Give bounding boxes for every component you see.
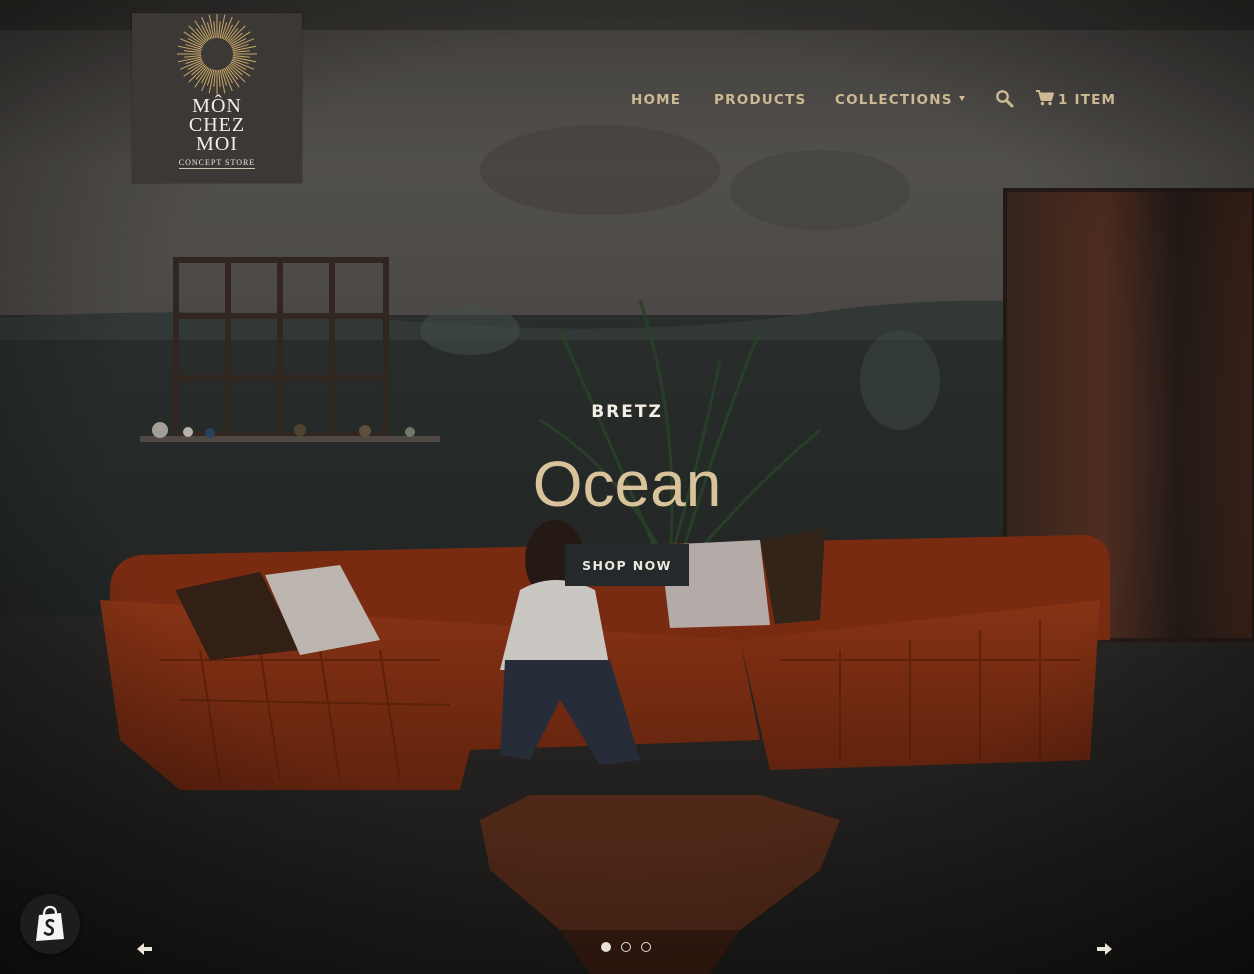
nav-home[interactable]: HOME — [631, 88, 681, 112]
sunburst-ray — [213, 69, 216, 87]
caret-down-icon[interactable] — [959, 96, 965, 101]
sunburst-ray — [184, 50, 202, 53]
logo-line-3: MOI — [196, 133, 238, 155]
logo-line-2: CHEZ — [188, 114, 246, 136]
logo-line-1: MÔN — [192, 95, 242, 117]
sunburst-ray — [232, 50, 250, 53]
nav-products[interactable]: PRODUCTS — [714, 88, 806, 112]
sunburst-ray — [232, 55, 250, 58]
slide-dot-3[interactable] — [641, 942, 651, 952]
shopify-bag-icon — [36, 905, 64, 941]
slide-title: Ocean — [532, 448, 722, 520]
slide-subtitle: BRETZ — [591, 402, 663, 422]
slide-dot-2[interactable] — [621, 942, 631, 952]
store-logo[interactable]: MÔN CHEZ MOI CONCEPT STORE — [132, 13, 302, 183]
hero-slideshow: MÔN CHEZ MOI CONCEPT STORE HOME PRODUCTS… — [0, 0, 1254, 974]
arrow-left-icon[interactable] — [135, 940, 155, 958]
slide-dot-1[interactable] — [601, 942, 611, 952]
sunburst-ray — [218, 21, 221, 39]
sunburst-ray — [213, 21, 216, 39]
search-icon[interactable] — [995, 89, 1015, 109]
nav-collections[interactable]: COLLECTIONS — [835, 88, 953, 112]
sunburst-ray — [184, 55, 202, 58]
logo-tagline: CONCEPT STORE — [132, 158, 302, 169]
shop-now-button[interactable]: SHOP NOW — [565, 544, 689, 586]
logo-tagline-text: CONCEPT STORE — [178, 158, 256, 169]
cart-icon[interactable] — [1035, 89, 1055, 107]
shopify-badge[interactable] — [20, 894, 80, 954]
sunburst-icon — [177, 14, 257, 94]
nav-cart[interactable]: 1 ITEM — [1058, 88, 1116, 112]
arrow-right-icon[interactable] — [1094, 940, 1114, 958]
slide-pagination — [601, 942, 657, 954]
sunburst-ray — [218, 69, 221, 87]
